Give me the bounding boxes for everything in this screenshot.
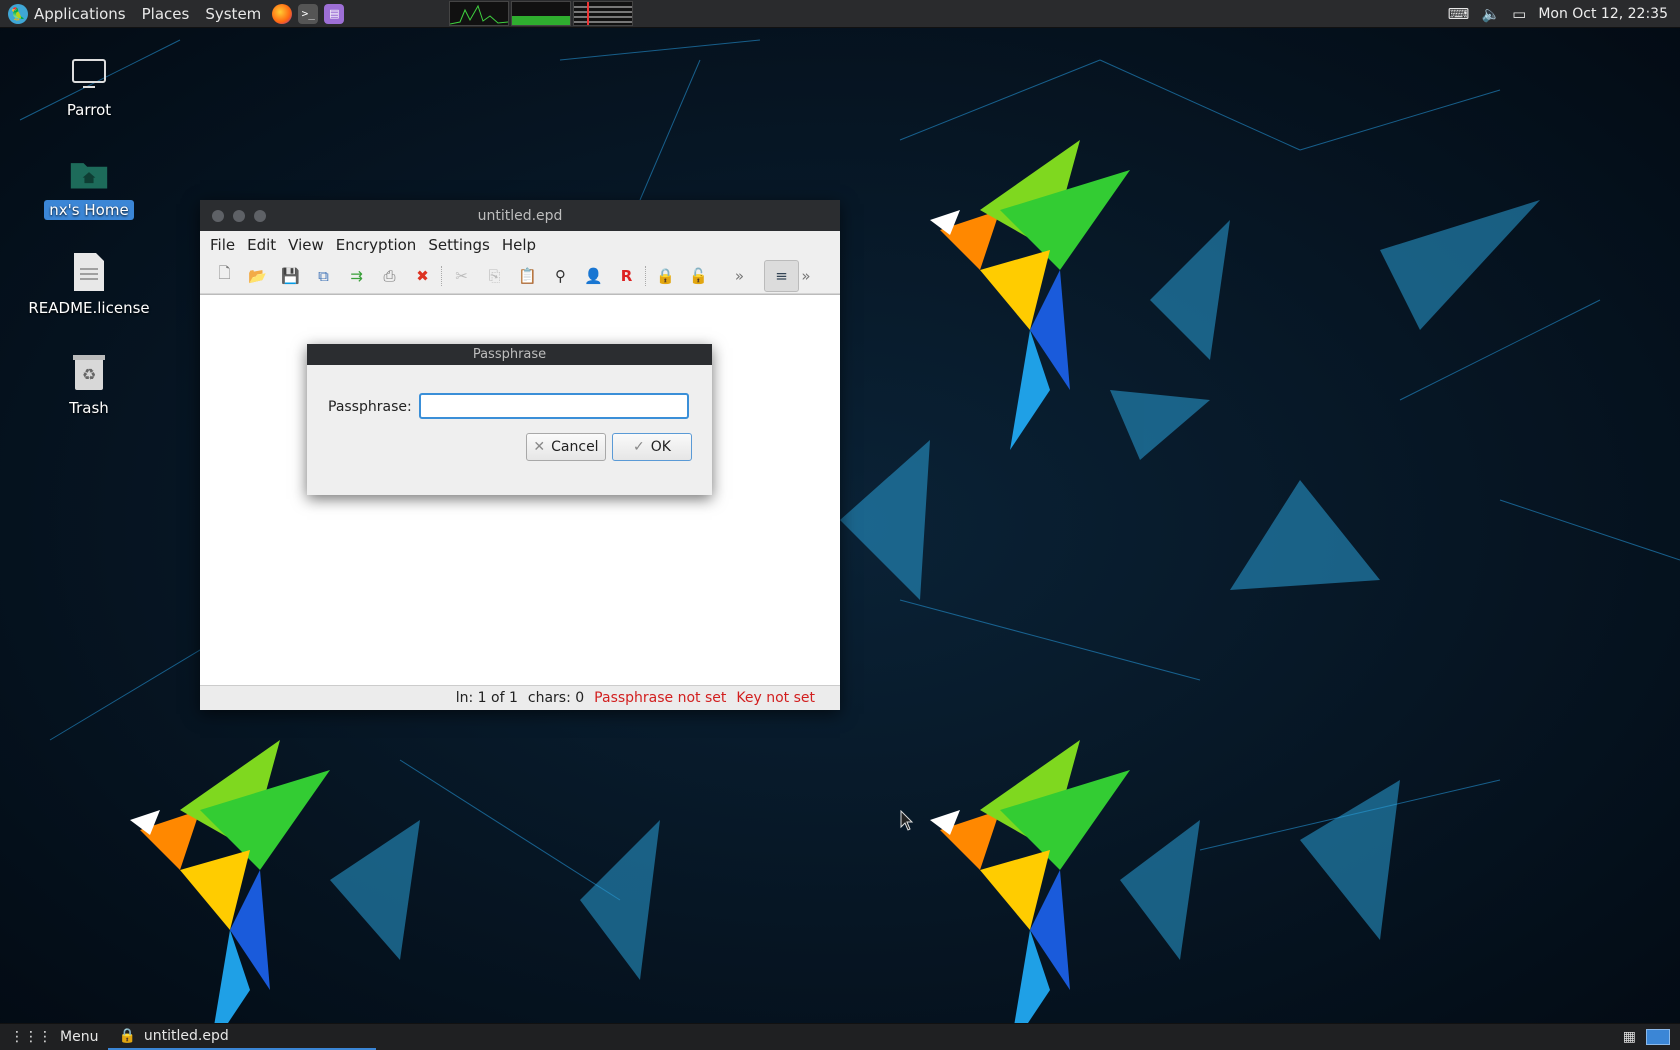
maximize-window-button[interactable]	[254, 209, 266, 222]
cancel-button[interactable]: ✕ Cancel	[526, 433, 606, 461]
status-key-state: Key not set	[736, 690, 815, 706]
desktop-icon-parrot[interactable]: Parrot	[14, 54, 164, 120]
cancel-x-icon: ✕	[533, 439, 546, 455]
text-file-icon	[69, 252, 109, 292]
menubar: File Edit View Encryption Settings Help	[200, 231, 840, 258]
ok-button-label: OK	[650, 439, 671, 455]
places-menu-label: Places	[141, 4, 190, 23]
parrot-logo-icon: 🦜	[8, 3, 28, 24]
status-passphrase-state: Passphrase not set	[594, 690, 727, 706]
dialog-title: Passphrase	[307, 344, 712, 365]
toolbar-overflow-icon[interactable]: »	[723, 261, 756, 291]
ok-button[interactable]: ✓ OK	[612, 433, 692, 461]
status-line-position: ln: 1 of 1	[455, 690, 518, 706]
applications-menu-label: Applications	[34, 4, 126, 23]
network-monitor-graph[interactable]	[573, 1, 634, 26]
system-menu[interactable]: System	[197, 0, 269, 27]
new-file-icon[interactable]: 🗋	[208, 261, 241, 291]
checkmark-icon: ✓	[633, 439, 645, 455]
paste-icon[interactable]: 📋	[511, 261, 544, 291]
toolbar-separator	[645, 265, 647, 286]
taskbar-item-untitled[interactable]: 🔒 untitled.epd	[108, 1024, 377, 1050]
menu-edit[interactable]: Edit	[241, 236, 282, 254]
statusbar: ln: 1 of 1 chars: 0 Passphrase not set K…	[200, 685, 840, 710]
window-title: untitled.epd	[477, 207, 563, 224]
status-char-count: chars: 0	[527, 690, 585, 706]
toolbar: 🗋 📂 💾 ⧉ ⇉ ⎙ ✖ ✂ ⎘ 📋 ⚲ 👤 R 🔒 🔓 » ≡ »	[200, 258, 840, 294]
copy-icon[interactable]: ⎘	[478, 261, 511, 291]
open-file-icon[interactable]: 📂	[241, 261, 274, 291]
desktop-icon-label: README.license	[28, 299, 150, 317]
menu-view[interactable]: View	[282, 236, 330, 254]
display-icon[interactable]: ▭	[1512, 5, 1526, 23]
print-preview-icon[interactable]: ⎙	[373, 261, 406, 291]
lock-icon[interactable]: 🔒	[649, 261, 682, 291]
menu-settings[interactable]: Settings	[422, 236, 496, 254]
desktop-icon-label: Trash	[69, 399, 109, 417]
places-menu[interactable]: Places	[134, 0, 198, 27]
save-as-icon[interactable]: ⧉	[307, 261, 340, 291]
save-icon[interactable]: 💾	[274, 261, 307, 291]
lock-icon: 🔒	[118, 1028, 136, 1044]
desktop-icon-label: nx's Home	[44, 200, 134, 220]
desktop-icon-label: Parrot	[66, 101, 112, 119]
workspace-switcher-icon[interactable]: ▦	[1623, 1029, 1636, 1045]
passphrase-input[interactable]	[419, 393, 689, 419]
mouse-cursor-icon	[900, 810, 914, 831]
unlock-icon[interactable]: 🔓	[682, 261, 715, 291]
desktop-icon-home[interactable]: nx's Home	[14, 154, 164, 220]
main-menu-label: Menu	[60, 1029, 99, 1045]
volume-icon[interactable]: 🔈	[1481, 5, 1500, 23]
menu-file[interactable]: File	[204, 236, 241, 254]
main-menu-button[interactable]: ⋮⋮⋮ Menu	[0, 1024, 108, 1050]
firefox-icon[interactable]	[272, 3, 293, 24]
wrap-toggle-icon[interactable]: ≡	[764, 259, 799, 292]
top-panel: 🦜 Applications Places System >_ ▤ ⌨ 🔈 ▭ …	[0, 0, 1680, 28]
desktop-icon-readme[interactable]: README.license	[14, 252, 164, 318]
close-window-button[interactable]	[212, 209, 224, 222]
taskbar-item-label: untitled.epd	[143, 1028, 229, 1044]
desktop-icon-trash[interactable]: ♻ Trash	[14, 352, 164, 418]
bottom-panel-tray: ▦	[1623, 1024, 1670, 1050]
passphrase-dialog: Passphrase Passphrase: ✕ Cancel ✓ OK	[307, 344, 712, 495]
cpu-monitor-graph[interactable]	[449, 1, 510, 26]
show-desktop-icon[interactable]	[1646, 1029, 1670, 1045]
memory-monitor-graph[interactable]	[511, 1, 572, 26]
cut-icon[interactable]: ✂	[445, 261, 478, 291]
bottom-panel: ⋮⋮⋮ Menu 🔒 untitled.epd ▦	[0, 1023, 1680, 1050]
system-menu-label: System	[205, 4, 262, 23]
cancel-button-label: Cancel	[551, 439, 599, 455]
reset-icon[interactable]: R	[610, 261, 643, 291]
terminal-icon[interactable]: >_	[298, 3, 319, 24]
menu-help[interactable]: Help	[496, 236, 542, 254]
trash-icon: ♻	[69, 352, 109, 392]
clock[interactable]: Mon Oct 12, 22:35	[1538, 6, 1668, 22]
toolbar-overflow-icon-2[interactable]: »	[799, 261, 813, 291]
text-editor-icon[interactable]: ▤	[324, 3, 345, 24]
applications-menu[interactable]: 🦜 Applications	[0, 0, 134, 27]
grid-menu-icon: ⋮⋮⋮	[10, 1029, 52, 1045]
passphrase-label: Passphrase:	[328, 399, 412, 415]
user-key-icon[interactable]: 👤	[577, 261, 610, 291]
computer-icon	[69, 54, 109, 94]
find-icon[interactable]: ⚲	[544, 261, 577, 291]
minimize-window-button[interactable]	[233, 209, 245, 222]
export-icon[interactable]: ⇉	[340, 261, 373, 291]
menu-encryption[interactable]: Encryption	[330, 236, 423, 254]
toolbar-separator	[441, 265, 443, 286]
system-tray: ⌨ 🔈 ▭ Mon Oct 12, 22:35	[1448, 0, 1680, 27]
keyboard-icon[interactable]: ⌨	[1448, 5, 1470, 23]
window-titlebar[interactable]: untitled.epd	[200, 200, 840, 231]
svg-text:♻: ♻	[82, 365, 96, 384]
close-file-icon[interactable]: ✖	[406, 261, 439, 291]
home-folder-icon	[69, 154, 109, 194]
